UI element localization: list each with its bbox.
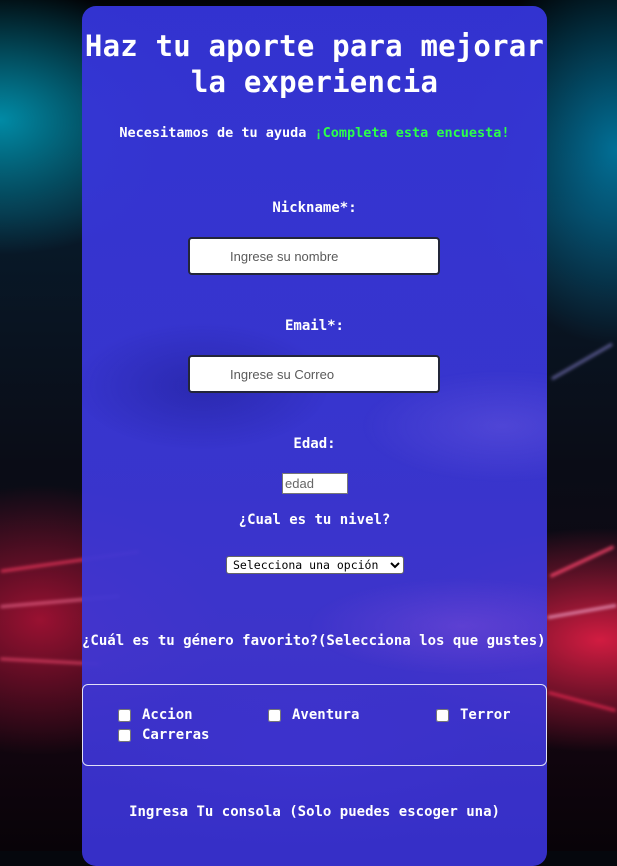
title-line-1: Haz tu aporte para mejorar bbox=[84, 29, 545, 63]
nickname-label: Nickname*: bbox=[272, 200, 357, 216]
genre-option-carreras[interactable]: Carreras bbox=[118, 726, 209, 744]
checkbox-aventura[interactable] bbox=[268, 708, 281, 722]
checkbox-accion[interactable] bbox=[118, 708, 131, 722]
level-label: ¿Cual es tu nivel? bbox=[238, 512, 391, 528]
genre-label-aventura: Aventura bbox=[292, 707, 360, 723]
genre-options-box bbox=[82, 684, 547, 766]
page-title: Haz tu aporte para mejorar la experienci… bbox=[82, 28, 547, 100]
genre-option-terror[interactable]: Terror bbox=[436, 706, 511, 724]
genre-option-accion[interactable]: Accion bbox=[118, 706, 193, 724]
checkbox-terror[interactable] bbox=[436, 708, 449, 722]
subtitle-highlight: ¡Completa esta encuesta! bbox=[314, 125, 510, 141]
email-input[interactable] bbox=[188, 355, 440, 393]
genre-label-accion: Accion bbox=[142, 707, 193, 723]
age-input[interactable] bbox=[282, 473, 348, 494]
console-label: Ingresa Tu consola (Solo puedes escoger … bbox=[129, 804, 500, 820]
title-line-2: la experiencia bbox=[190, 65, 439, 99]
level-select[interactable]: Selecciona una opción bbox=[226, 556, 404, 574]
age-label: Edad: bbox=[293, 436, 336, 452]
checkbox-carreras[interactable] bbox=[118, 728, 131, 742]
genre-option-aventura[interactable]: Aventura bbox=[268, 706, 359, 724]
genre-label-carreras: Carreras bbox=[142, 727, 210, 743]
subtitle: Necesitamos de tu ayuda ¡Completa esta e… bbox=[82, 124, 547, 142]
nickname-input[interactable] bbox=[188, 237, 440, 275]
genre-label-terror: Terror bbox=[460, 707, 511, 723]
subtitle-text: Necesitamos de tu ayuda bbox=[119, 125, 315, 141]
email-label: Email*: bbox=[284, 318, 344, 334]
genre-question: ¿Cuál es tu género favorito?(Selecciona … bbox=[82, 633, 546, 649]
